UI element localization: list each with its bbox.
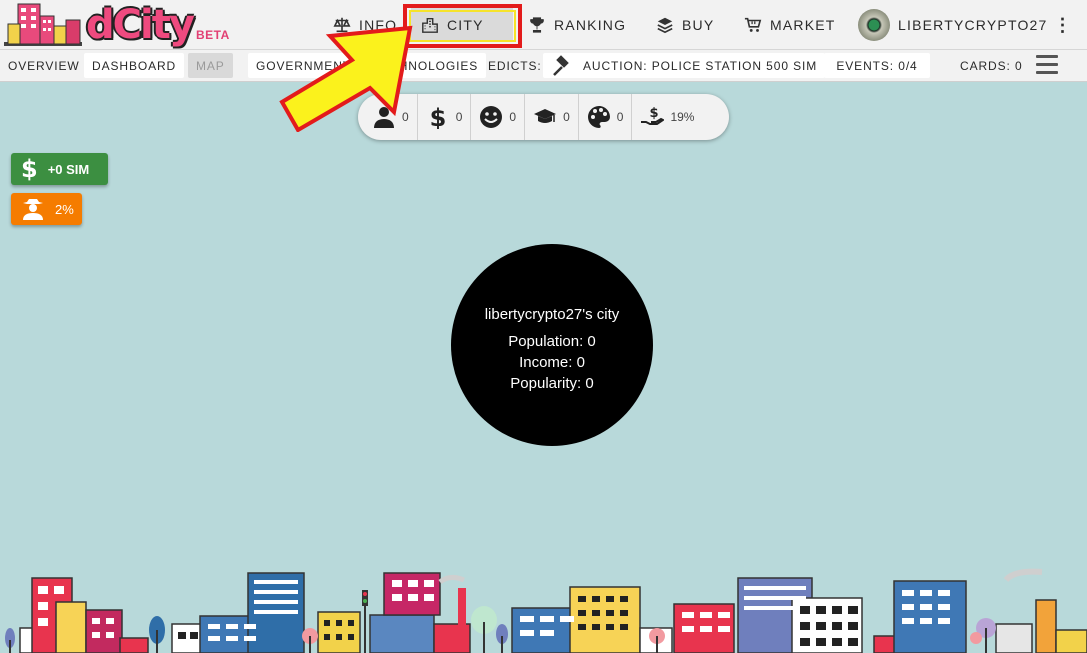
hand-money-icon: $ <box>641 106 665 125</box>
logo-wordmark: dCity <box>86 2 195 48</box>
stat-culture-value: 0 <box>616 110 624 124</box>
spy-icon <box>23 199 43 220</box>
nav-buy[interactable]: BUY <box>646 8 724 42</box>
city-logo-icon <box>4 3 82 46</box>
gavel-icon <box>553 54 569 76</box>
nav-market[interactable]: MARKET <box>734 8 846 42</box>
city-population: Population: 0 <box>508 333 596 350</box>
username-label: LIBERTYCRYPTO27 <box>898 17 1048 33</box>
nav-buy-label: BUY <box>682 17 715 33</box>
graduation-cap-icon <box>534 109 557 123</box>
stat-education-value: 0 <box>563 110 570 124</box>
svg-text:$: $ <box>650 106 659 121</box>
layers-icon <box>657 17 673 34</box>
income-badge[interactable]: $ +0 SIM <box>11 153 108 185</box>
top-navigation-bar: dCity BETA INFO CITY RANKING BUY MARKET … <box>0 0 1087 50</box>
user-menu[interactable]: LIBERTYCRYPTO27 ⋮ <box>850 8 1082 42</box>
nav-ranking[interactable]: RANKING <box>518 8 636 42</box>
edicts-label: EDICTS: <box>488 58 542 73</box>
pointer-arrow-icon <box>279 25 413 132</box>
stat-income-value: 0 <box>455 110 463 124</box>
smile-icon <box>480 106 503 128</box>
city-sub-toolbar: OVERVIEW DASHBOARD MAP GOVERNMENT TECHNO… <box>0 50 1087 82</box>
city-title: libertycrypto27's city <box>484 306 620 323</box>
beta-label: BETA <box>196 28 230 42</box>
stat-education[interactable]: 0 <box>525 94 579 140</box>
auction-button[interactable]: AUCTION: POLICE STATION 500 SIM <box>543 53 826 78</box>
stat-tax[interactable]: $ 19% <box>632 94 702 140</box>
tab-overview[interactable]: OVERVIEW <box>0 53 88 78</box>
city-income: Income: 0 <box>519 354 585 371</box>
trophy-icon <box>530 17 544 33</box>
crime-badge[interactable]: 2% <box>11 193 82 225</box>
nav-market-label: MARKET <box>770 17 836 33</box>
tab-dashboard[interactable]: DASHBOARD <box>84 53 185 78</box>
cart-icon <box>744 17 762 32</box>
city-popularity: Popularity: 0 <box>510 375 594 392</box>
cards-button[interactable]: CARDS: 0 <box>952 53 1031 78</box>
auction-label: AUCTION: POLICE STATION 500 SIM <box>583 58 818 73</box>
more-vert-icon[interactable]: ⋮ <box>1054 15 1072 36</box>
nav-ranking-label: RANKING <box>554 17 627 33</box>
hamburger-menu-icon[interactable] <box>1036 55 1058 75</box>
svg-text:$: $ <box>429 105 446 129</box>
dcity-logo[interactable]: dCity BETA <box>4 2 230 48</box>
dollar-icon: $ <box>429 105 446 129</box>
dollar-badge-icon: $ <box>21 155 38 183</box>
stat-culture[interactable]: 0 <box>579 94 633 140</box>
user-avatar <box>858 9 890 41</box>
crime-badge-value: 2% <box>55 201 74 217</box>
palette-icon <box>587 106 610 128</box>
stat-tax-value: 19% <box>670 110 695 124</box>
city-summary-circle[interactable]: libertycrypto27's city Population: 0 Inc… <box>451 244 653 446</box>
events-button[interactable]: EVENTS: 0/4 <box>824 53 930 78</box>
stat-happiness-value: 0 <box>509 110 517 124</box>
tab-map[interactable]: MAP <box>188 53 233 78</box>
city-skyline-illustration <box>5 568 1087 653</box>
income-badge-value: +0 SIM <box>47 161 90 177</box>
stat-happiness[interactable]: 0 <box>471 94 526 140</box>
